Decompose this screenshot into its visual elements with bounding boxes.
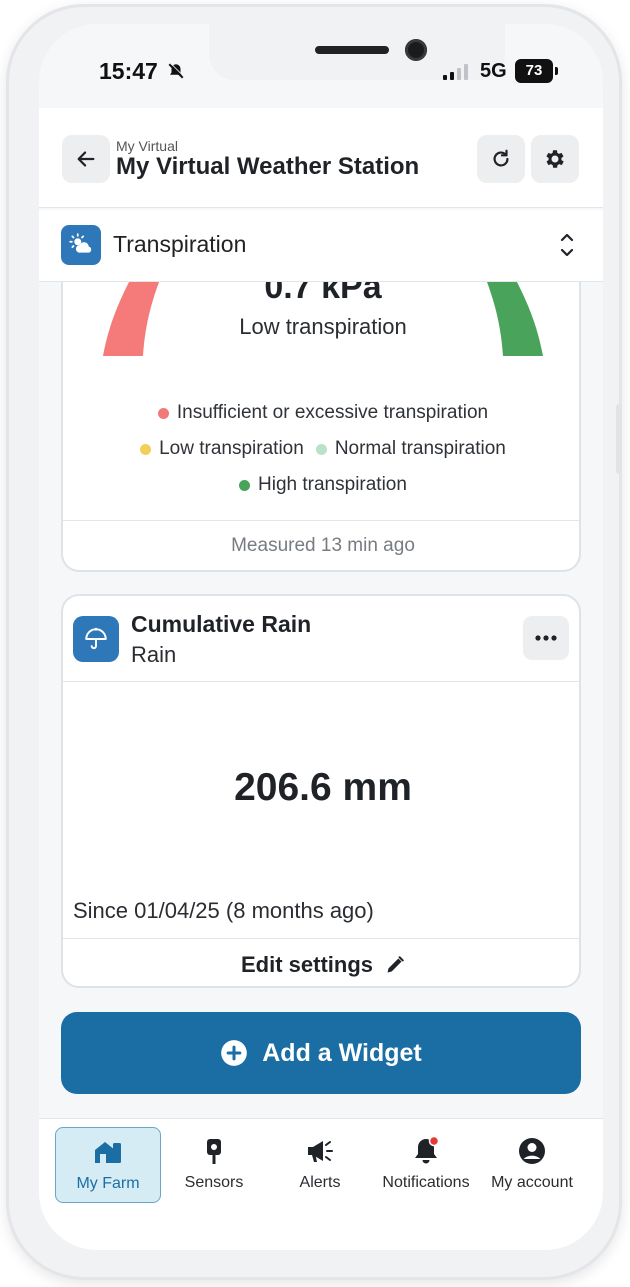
nav-item-my-farm[interactable]: My Farm	[55, 1127, 161, 1203]
speaker	[315, 46, 389, 54]
nav-label: My account	[491, 1174, 573, 1191]
add-widget-button[interactable]: Add a Widget	[61, 1012, 581, 1094]
plus-circle-icon	[221, 1040, 248, 1066]
settings-button[interactable]	[531, 135, 579, 183]
rain-since: Since 01/04/25 (8 months ago)	[73, 898, 374, 923]
umbrella-icon	[73, 616, 119, 662]
edit-settings-button[interactable]: Edit settings	[63, 938, 579, 986]
status-bar: 15:47 5G 73	[39, 58, 603, 88]
legend-item: High transpiration	[239, 474, 407, 496]
sun-cloud-icon	[61, 225, 101, 265]
legend-label: Low transpiration	[159, 438, 304, 459]
signal-icon	[443, 64, 468, 80]
screen: 15:47 5G 73 My Virtual My Virtual Weathe…	[39, 24, 603, 1250]
side-button	[616, 404, 622, 474]
transpiration-card: 0.7 kPa Low transpiration Insufficient o…	[61, 274, 581, 572]
nav-item-my-account[interactable]: My account	[479, 1127, 585, 1203]
legend-label: High transpiration	[258, 474, 407, 495]
rain-value: 206.6 mm	[234, 766, 412, 809]
gear-icon	[546, 150, 564, 168]
phone-frame: 15:47 5G 73 My Virtual My Virtual Weathe…	[6, 4, 622, 1280]
legend-dot	[140, 443, 152, 455]
legend-row-3: High transpiration	[63, 474, 579, 496]
legend-row-1: Insufficient or excessive transpiration	[63, 402, 579, 424]
legend-dot	[239, 479, 251, 491]
chevron-up-down-icon	[560, 233, 574, 257]
pencil-icon	[387, 955, 404, 972]
nav-label: Notifications	[382, 1174, 470, 1191]
transpiration-status: Low transpiration	[239, 314, 407, 339]
megaphone-icon	[308, 1141, 333, 1162]
legend-dot	[157, 407, 169, 419]
more-dots-icon	[535, 635, 557, 641]
legend-item: Insufficient or excessive transpiration	[157, 402, 489, 424]
legend-item: Low transpiration	[140, 438, 304, 460]
rain-card-title: Cumulative Rain	[131, 611, 312, 637]
sun-cloud-glyph	[69, 233, 92, 253]
battery-icon: 73	[515, 59, 558, 83]
add-widget-label: Add a Widget	[262, 1038, 422, 1067]
header-subtitle: My Virtual	[116, 138, 178, 154]
network-type: 5G	[480, 60, 507, 82]
page-title: My Virtual Weather Station	[116, 153, 420, 180]
nav-item-sensors[interactable]: Sensors	[161, 1127, 267, 1203]
refresh-icon	[493, 149, 509, 167]
legend-label: Insufficient or excessive transpiration	[176, 402, 489, 423]
cumulative-rain-card: Cumulative Rain Rain 206.6 mm Since 01/0…	[61, 594, 581, 988]
more-options-button[interactable]	[523, 616, 569, 660]
app-header: My Virtual My Virtual Weather Station	[39, 108, 603, 208]
rain-card-subtitle: Rain	[131, 642, 177, 667]
measured-timestamp: Measured 13 min ago	[63, 520, 579, 570]
edit-settings-label: Edit settings	[240, 951, 373, 977]
rain-card-header: Cumulative Rain Rain	[63, 596, 579, 682]
nav-label: My Farm	[76, 1175, 140, 1192]
nav-label: Alerts	[299, 1174, 341, 1191]
account-icon	[519, 1138, 545, 1164]
umbrella-glyph	[85, 627, 107, 650]
notification-dot	[428, 1136, 440, 1147]
bell-off-icon	[168, 62, 185, 79]
nav-label: Sensors	[184, 1174, 244, 1191]
nav-item-notifications[interactable]: Notifications	[373, 1127, 479, 1203]
back-button[interactable]	[62, 135, 110, 183]
farm-icon	[95, 1142, 121, 1163]
status-time: 15:47	[99, 58, 158, 84]
legend-item: Normal transpiration	[315, 438, 506, 460]
refresh-button[interactable]	[477, 135, 525, 183]
widget-selector[interactable]: Transpiration	[39, 210, 603, 282]
selector-label: Transpiration	[113, 231, 247, 257]
legend-label: Normal transpiration	[334, 438, 506, 459]
arrow-left-icon	[77, 151, 95, 167]
nav-item-alerts[interactable]: Alerts	[267, 1127, 373, 1203]
bottom-nav: My Farm Sensors Alerts Notifications My …	[39, 1118, 603, 1250]
legend-dot	[315, 443, 327, 455]
sensor-icon	[207, 1139, 221, 1164]
legend-row-2: Low transpiration Normal transpiration	[63, 438, 579, 460]
bell-icon	[415, 1136, 440, 1164]
